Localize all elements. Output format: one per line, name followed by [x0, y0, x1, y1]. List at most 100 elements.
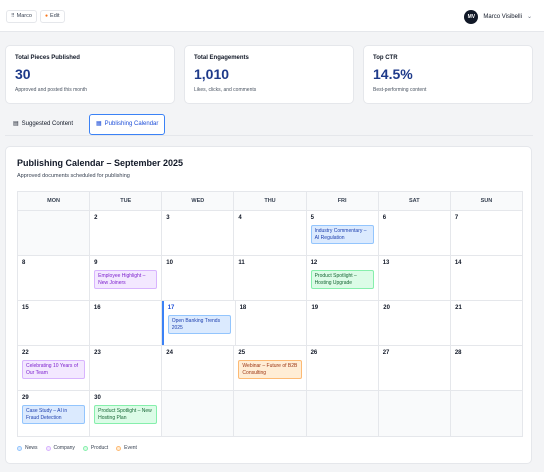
calendar-day[interactable]: 4	[234, 211, 307, 255]
day-number: 4	[238, 215, 242, 221]
calendar-day[interactable]: 17 Open Banking Trends 2025	[161, 301, 236, 345]
day-number: 7	[454, 215, 459, 221]
calendar-day[interactable]: 24	[162, 346, 235, 390]
stat-subtitle: Approved and posted this month	[15, 87, 87, 93]
calendar-day-empty	[162, 391, 235, 436]
calendar-week: 2 3 4 5 Industry Commentary – AI Regulation 6…	[18, 211, 522, 256]
calendar-day[interactable]: 5 Industry Commentary – AI Regulation	[307, 211, 379, 255]
legend-item-news: News	[17, 445, 38, 451]
calendar-day[interactable]: 2	[90, 211, 163, 255]
legend: News Company Product Event	[17, 445, 145, 451]
day-number: 10	[166, 260, 173, 266]
calendar-day[interactable]: 29 Case Study – AI in Fraud Detection	[18, 391, 91, 436]
calendar-day[interactable]: 16	[90, 301, 162, 345]
stat-value: 1,010	[194, 66, 230, 82]
calendar-day[interactable]: 21	[451, 301, 522, 345]
calendar-icon: ▦	[96, 121, 102, 127]
day-number: 18	[239, 305, 247, 311]
calendar-day[interactable]: 15	[18, 301, 90, 345]
stat-title: Total Engagements	[194, 55, 249, 61]
calendar-grid: MON TUE WED THU FRI SAT SUN 2 3 4 5 Industry Comme…	[17, 191, 523, 437]
calendar-day[interactable]: 11	[234, 256, 307, 300]
calendar-day[interactable]: 13	[379, 256, 451, 300]
calendar-day-empty	[378, 391, 451, 436]
calendar-week: 8 9 Employee Highlight – New Joiners 10 11 12…	[18, 256, 522, 301]
edit-dot-icon: ●	[45, 13, 49, 19]
day-number: 13	[382, 260, 390, 266]
grid-icon: ⠿	[11, 13, 15, 19]
day-number: 23	[94, 350, 101, 356]
legend-item-product: Product	[82, 445, 109, 451]
day-number: 30	[94, 395, 101, 401]
breadcrumb-workspace-label: Marco	[16, 13, 32, 19]
breadcrumb-edit[interactable]: ● Edit	[40, 10, 65, 23]
stat-title: Total Pieces Published	[15, 55, 80, 61]
legend-swatch-icon	[17, 445, 22, 451]
calendar-day[interactable]: 6	[379, 211, 451, 255]
calendar-event[interactable]: Employee Highlight – New Joiners	[94, 270, 158, 289]
calendar-day-empty	[306, 391, 379, 436]
user-menu[interactable]: MV Marco Visibelli ⌄	[464, 9, 532, 24]
calendar-day[interactable]: 8	[18, 256, 91, 300]
calendar-week: 29 Case Study – AI in Fraud Detection 30 Pr…	[18, 391, 522, 436]
legend-item-company: Company	[45, 445, 75, 451]
day-number: 11	[238, 260, 245, 266]
calendar-event[interactable]: Product Spotlight – Hosting Upgrade	[310, 270, 374, 289]
calendar-event[interactable]: Open Banking Trends 2025	[167, 315, 231, 334]
weekday-label: TUE	[90, 192, 163, 210]
page-title: Publishing Calendar – September 2025	[17, 158, 184, 168]
legend-item-event: Event	[116, 445, 137, 451]
day-number: 21	[455, 305, 462, 311]
calendar-day[interactable]: 7	[451, 211, 522, 255]
calendar-day[interactable]: 25 Webinar – Future of B2B Consulting	[234, 346, 307, 390]
calendar-day[interactable]: 28	[451, 346, 522, 390]
breadcrumb-edit-label: Edit	[50, 13, 60, 19]
tab-label: Suggested Content	[21, 121, 74, 127]
calendar-event[interactable]: Industry Commentary – AI Regulation	[310, 225, 374, 244]
day-number: 2	[94, 215, 98, 221]
weekday-label: SAT	[379, 192, 451, 210]
day-number: 3	[166, 215, 170, 221]
calendar-day[interactable]: 9 Employee Highlight – New Joiners	[90, 256, 163, 300]
day-number: 17	[167, 305, 175, 311]
breadcrumb-workspace[interactable]: ⠿ Marco	[6, 10, 37, 23]
weekday-label: SUN	[480, 198, 493, 204]
calendar-event[interactable]: Case Study – AI in Fraud Detection	[22, 405, 86, 424]
calendar-day[interactable]: 23	[90, 346, 163, 390]
page-subtitle: Approved documents scheduled for publish…	[17, 173, 130, 179]
weekday-label: MON	[18, 192, 91, 210]
day-number: 24	[166, 350, 173, 356]
legend-label: Company	[53, 445, 75, 451]
calendar-day[interactable]: 27	[379, 346, 451, 390]
legend-swatch-icon	[45, 445, 51, 451]
calendar-day[interactable]: 10	[162, 256, 235, 300]
calendar-day[interactable]: 20	[379, 301, 452, 345]
tab-suggested-content[interactable]: ▤ Suggested Content	[7, 114, 79, 135]
day-number: 15	[22, 305, 29, 311]
calendar-day[interactable]: 26	[307, 346, 379, 390]
day-number: 14	[454, 260, 462, 266]
calendar-day[interactable]: 3	[162, 211, 235, 255]
legend-swatch-icon	[82, 445, 88, 451]
weekday-label: WED	[162, 192, 235, 210]
calendar-day[interactable]: 12 Product Spotlight – Hosting Upgrade	[307, 256, 379, 300]
stat-value: 30	[15, 66, 31, 82]
stat-subtitle: Best-performing content	[373, 87, 427, 93]
calendar-event[interactable]: Product Spotlight – New Hosting Plan	[94, 405, 158, 424]
calendar-day[interactable]: 18	[236, 301, 308, 345]
day-number: 28	[454, 350, 462, 356]
document-icon: ▤	[13, 121, 19, 127]
day-number: 16	[93, 305, 101, 311]
calendar-day[interactable]: 14	[451, 256, 522, 300]
weekday-label: FRI	[307, 192, 379, 210]
calendar-day[interactable]: 30 Product Spotlight – New Hosting Plan	[90, 391, 163, 436]
stat-card-published: Total Pieces Published 30 Approved and p…	[5, 45, 175, 104]
calendar-day-empty	[18, 211, 91, 255]
calendar-event[interactable]: Webinar – Future of B2B Consulting	[238, 360, 302, 379]
calendar-day[interactable]: 22 Celebrating 10 Years of Our Team	[18, 346, 91, 390]
weekday-header: MON TUE WED THU FRI SAT SUN	[18, 192, 522, 211]
calendar-day[interactable]: 19	[307, 301, 380, 345]
tab-publishing-calendar[interactable]: ▦ Publishing Calendar	[89, 114, 166, 135]
calendar-event[interactable]: Celebrating 10 Years of Our Team	[22, 360, 86, 379]
legend-label: Product	[90, 445, 109, 451]
